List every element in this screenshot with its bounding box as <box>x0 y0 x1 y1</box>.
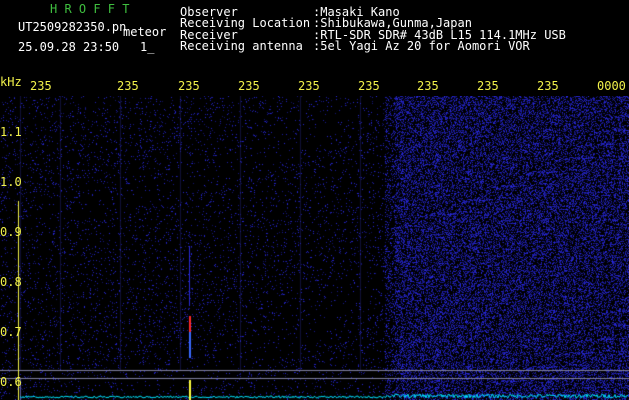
x-tick: 235 <box>417 79 439 93</box>
file-suffix: meteor <box>123 25 167 39</box>
x-tick: 235 <box>537 79 559 93</box>
antenna-label: Receiving antenna <box>180 39 303 53</box>
y-tick: 0.8 <box>0 275 22 289</box>
y-tick: 0.6 <box>0 375 22 389</box>
header: H R O F F T UT2509282350.pn meteor 25.09… <box>0 0 629 72</box>
y-tick: 1.0 <box>0 175 22 189</box>
y-unit-label: kHz <box>0 75 22 89</box>
x-tick: 235 <box>178 79 200 93</box>
spectrogram-canvas <box>0 96 629 400</box>
spectrogram-panel <box>0 96 629 400</box>
y-tick: 0.7 <box>0 325 22 339</box>
y-tick: 1.1 <box>0 125 22 139</box>
file-name: UT2509282350.pn <box>18 20 127 34</box>
app-title: H R O F F T <box>50 2 130 16</box>
x-tick: 235 <box>117 79 139 93</box>
y-tick: 0.9 <box>0 225 22 239</box>
x-tick: 235 <box>238 79 260 93</box>
x-tick: 235 <box>30 79 52 93</box>
antenna-value: :5el Yagi Az 20 for Aomori VOR <box>313 39 530 53</box>
frame-indicator: 1_ <box>140 40 155 54</box>
x-tick: 235 <box>477 79 499 93</box>
x-tick: 235 <box>358 79 380 93</box>
x-tick: 235 <box>298 79 320 93</box>
timestamp: 25.09.28 23:50 <box>18 40 120 54</box>
x-tick: 0000 <box>597 79 626 93</box>
